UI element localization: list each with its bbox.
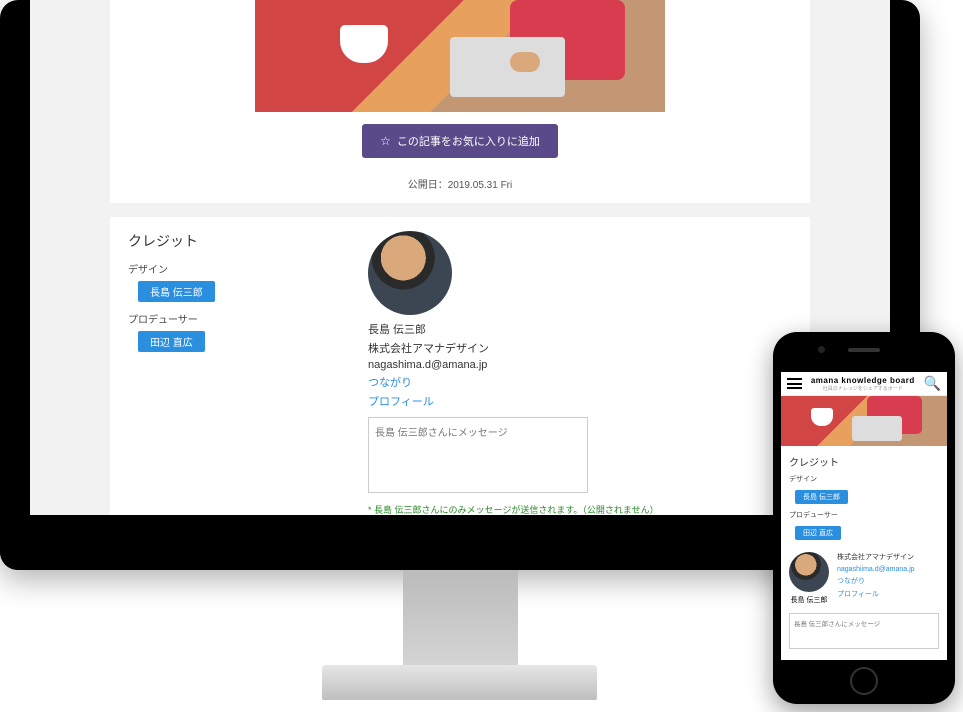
phone-role-producer: プロデューサー (789, 510, 939, 520)
home-button[interactable] (850, 667, 878, 695)
monitor-stand-base (322, 665, 597, 700)
profile-section: 長島 伝三郎 株式会社アマナデザイン nagashima.d@amana.jp … (368, 231, 792, 515)
star-icon: ☆ (380, 134, 391, 148)
profile-email: nagashima.d@amana.jp (368, 359, 792, 371)
phone-credit-heading: クレジット (789, 454, 939, 469)
phone-hero-image (781, 396, 947, 446)
phone-screen: amana knowledge board 社員のナレッジをシェアするボード 🔍… (781, 372, 947, 660)
role-design-label: デザイン (128, 261, 368, 276)
profile-company: 株式会社アマナデザイン (368, 340, 792, 356)
phone-connections-link[interactable]: つながり (837, 576, 939, 586)
article-content: ☆ この記事をお気に入りに追加 公開日：2019.05.31 Fri クレジット… (110, 0, 810, 515)
app-title: amana knowledge board (811, 376, 915, 385)
message-note: * 長島 伝三郎さんにのみメッセージが送信されます。（公開されません） (368, 503, 792, 515)
monitor-stand-neck (403, 570, 518, 680)
phone-profile-email[interactable]: nagashiima.d@amana.jp (837, 566, 939, 573)
credit-heading: クレジット (128, 231, 368, 251)
favorite-button[interactable]: ☆ この記事をお気に入りに追加 (362, 124, 558, 158)
favorite-button-label: この記事をお気に入りに追加 (397, 133, 540, 149)
avatar (368, 231, 452, 315)
phone-credit-tag-producer[interactable]: 田辺 直広 (795, 526, 841, 540)
phone-profile-link[interactable]: プロフィール (837, 589, 939, 599)
publish-date: 公開日：2019.05.31 Fri (110, 176, 810, 191)
desktop-screen: ☆ この記事をお気に入りに追加 公開日：2019.05.31 Fri クレジット… (30, 0, 890, 515)
credit-tag-design[interactable]: 長島 伝三郎 (138, 281, 215, 302)
profile-link[interactable]: プロフィール (368, 393, 792, 409)
phone-message-input[interactable] (789, 613, 939, 649)
connections-link[interactable]: つながり (368, 374, 792, 390)
credit-tag-producer[interactable]: 田辺 直広 (138, 331, 205, 352)
message-input[interactable] (368, 417, 588, 493)
search-icon[interactable]: 🔍 (924, 375, 941, 392)
credit-section: クレジット デザイン 長島 伝三郎 プロデューサー 田辺 直広 (128, 231, 368, 515)
phone-credit-tag-design[interactable]: 長島 伝三郎 (795, 490, 848, 504)
phone-device: amana knowledge board 社員のナレッジをシェアするボード 🔍… (773, 332, 955, 704)
hamburger-icon[interactable] (787, 376, 802, 392)
phone-role-design: デザイン (789, 474, 939, 484)
app-subtitle: 社員のナレッジをシェアするボード (811, 385, 915, 392)
phone-header: amana knowledge board 社員のナレッジをシェアするボード 🔍 (781, 372, 947, 396)
phone-avatar-name: 長島 伝三郎 (789, 595, 829, 605)
phone-avatar (789, 552, 829, 592)
profile-name: 長島 伝三郎 (368, 321, 792, 337)
role-producer-label: プロデューサー (128, 311, 368, 326)
phone-profile-company: 株式会社アマナデザイン (837, 552, 939, 562)
hero-image (255, 0, 665, 112)
